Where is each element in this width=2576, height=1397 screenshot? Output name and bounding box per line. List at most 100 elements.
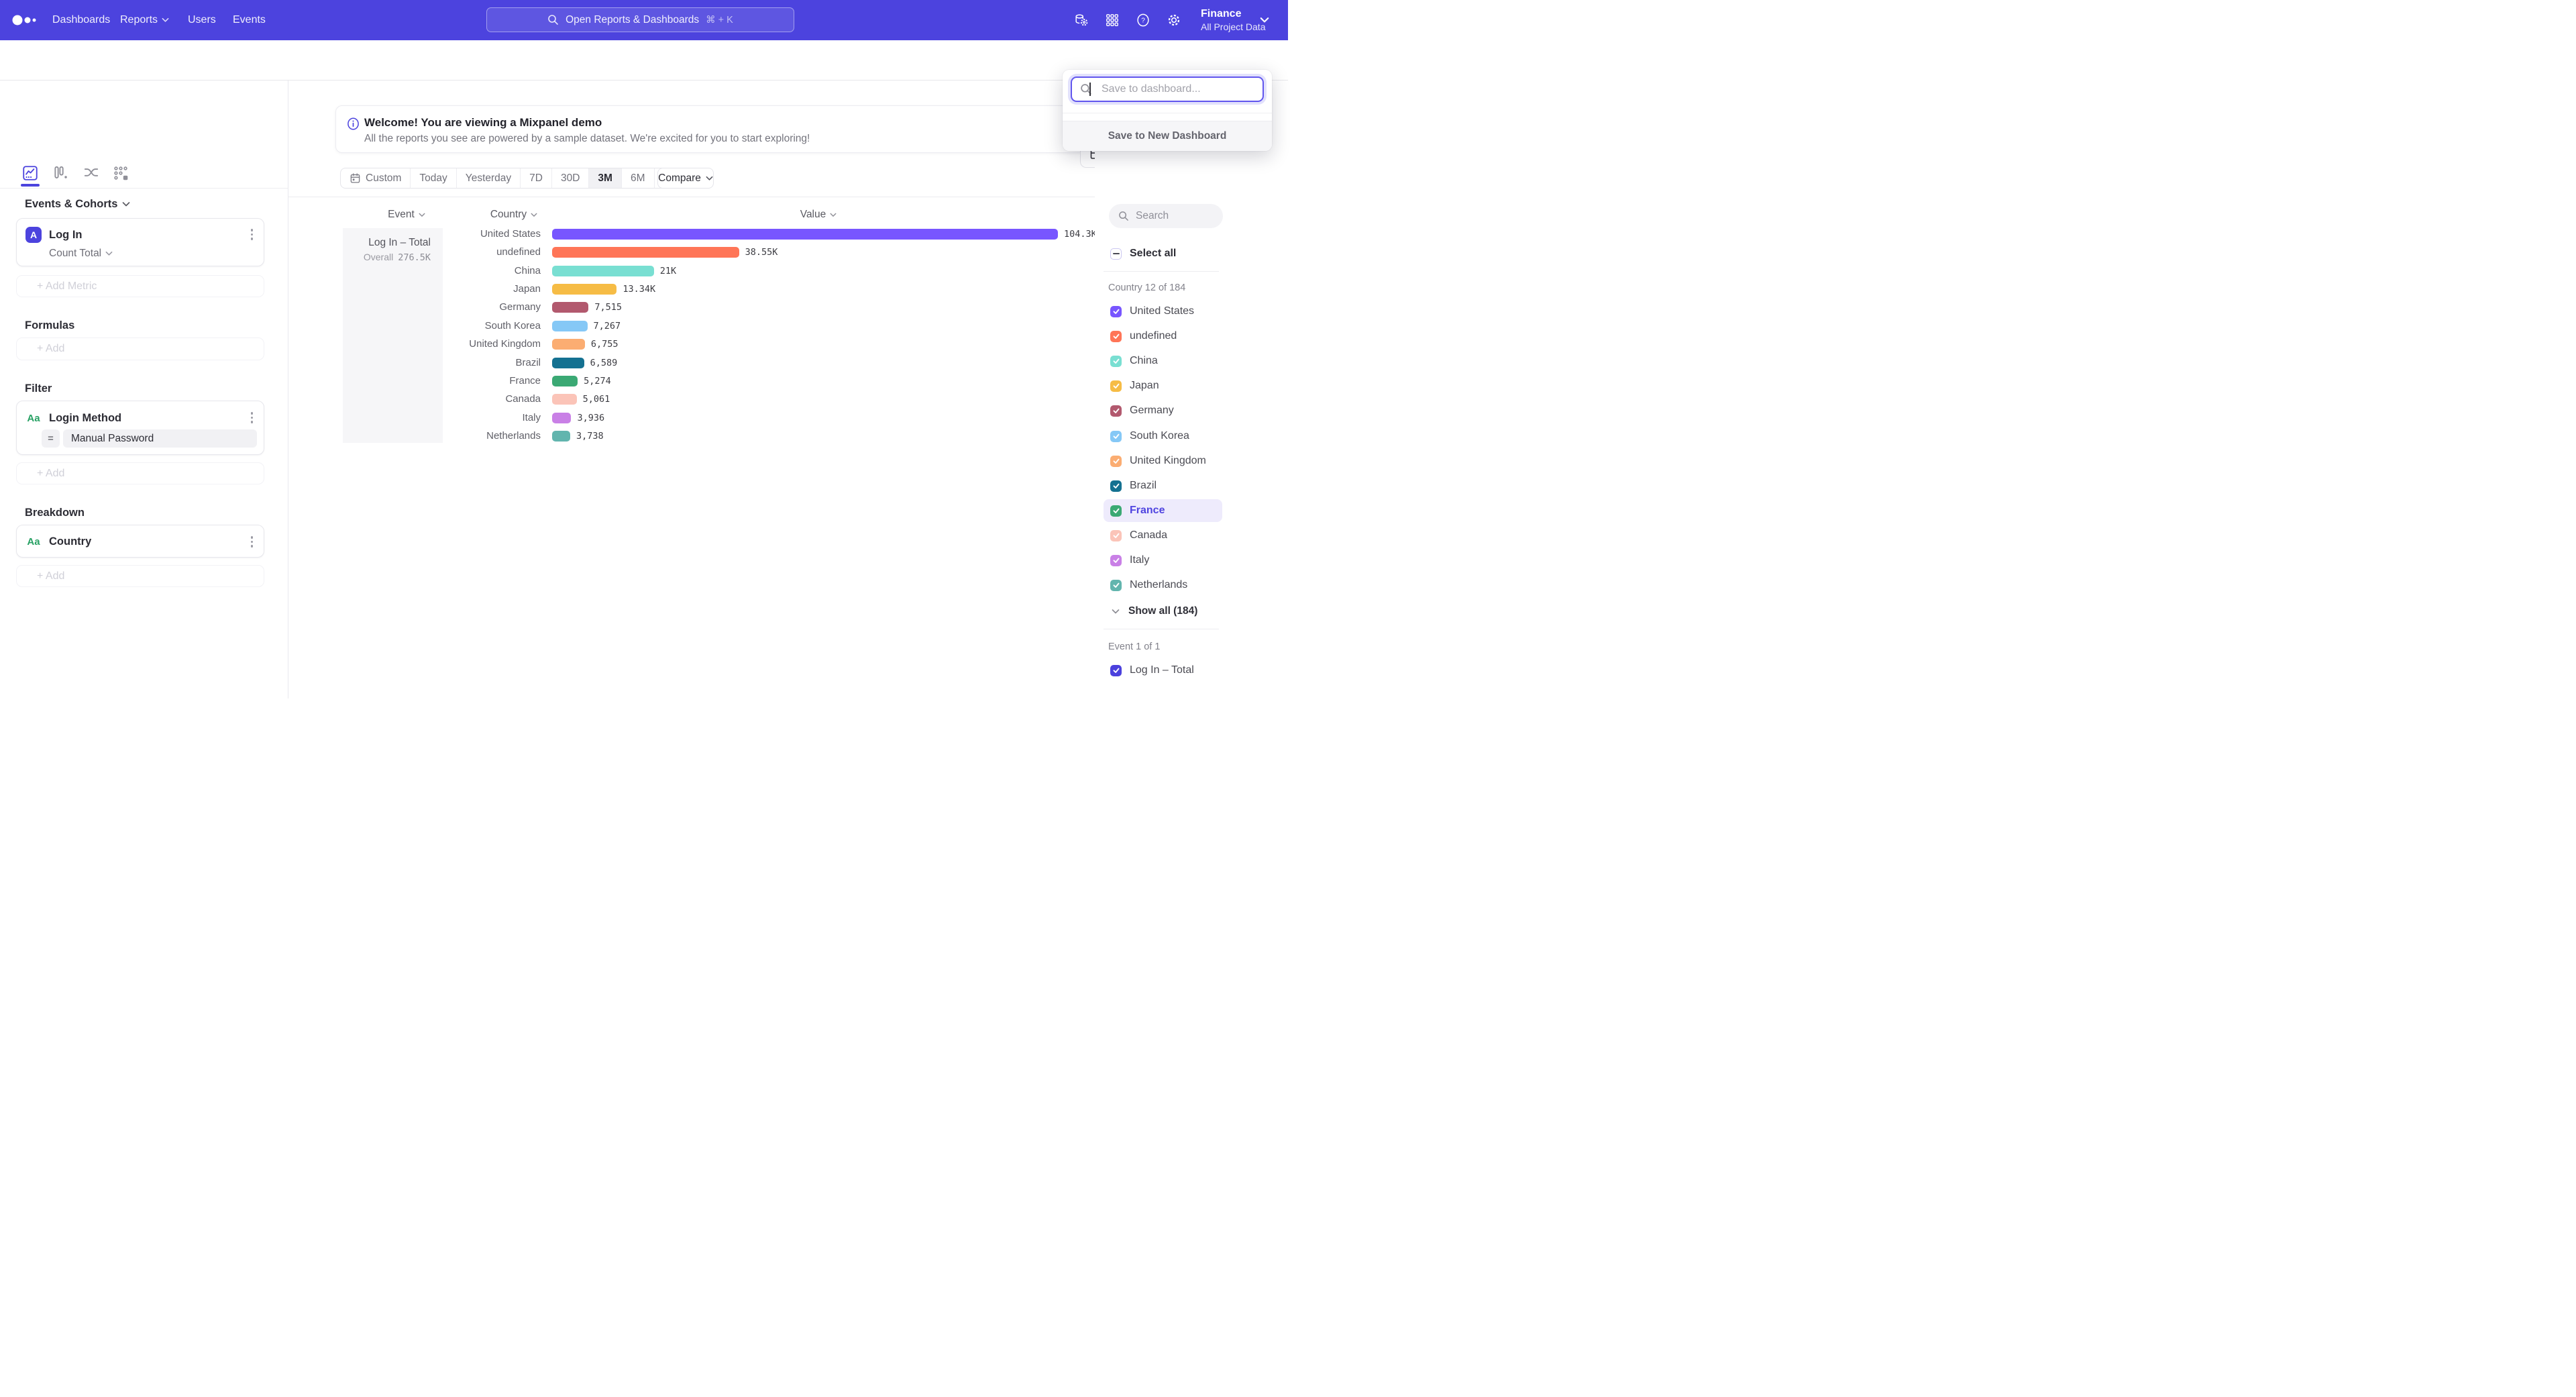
save-to-new-dashboard-button[interactable]: Save to New Dashboard (1063, 121, 1272, 151)
column-header-event[interactable]: Event (382, 208, 431, 221)
add-breakdown-button[interactable]: + Add (16, 565, 264, 587)
country-checkbox-checked[interactable] (1110, 405, 1122, 417)
legend-country-germany[interactable]: Germany (1104, 399, 1258, 422)
country-checkbox-checked[interactable] (1110, 456, 1122, 467)
legend-country-japan[interactable]: Japan (1104, 374, 1258, 397)
compare-button[interactable]: Compare (657, 168, 714, 189)
date-range-today[interactable]: Today (411, 168, 456, 188)
apps-grid-icon[interactable] (1105, 13, 1120, 28)
filter-value[interactable]: Manual Password (63, 429, 257, 448)
legend-country-south-korea[interactable]: South Korea (1104, 425, 1258, 448)
select-all-checkbox-indeterminate[interactable] (1110, 248, 1122, 260)
legend-country-china[interactable]: China (1104, 350, 1258, 372)
chart-bar-united-states[interactable] (552, 229, 1058, 240)
country-checkbox-checked[interactable] (1110, 530, 1122, 541)
nav-label: Dashboards (52, 14, 110, 26)
add-metric-button[interactable]: + Add Metric (16, 275, 264, 297)
nav-dashboards[interactable]: Dashboards (52, 0, 110, 40)
metric-card[interactable]: A Log In Count Total (16, 218, 264, 266)
date-range-custom[interactable]: Custom (341, 168, 411, 188)
legend-country-united-kingdom[interactable]: United Kingdom (1104, 450, 1258, 472)
metric-event-name[interactable]: Log In (49, 227, 82, 243)
country-label: China (1130, 355, 1158, 367)
legend-country-brazil[interactable]: Brazil (1104, 474, 1258, 497)
nav-reports[interactable]: Reports (120, 0, 169, 40)
country-checkbox-checked[interactable] (1110, 555, 1122, 566)
data-management-icon[interactable] (1074, 13, 1089, 28)
legend-search-input[interactable]: Search (1109, 204, 1223, 228)
filter-card[interactable]: Aa Login Method = Manual Password (16, 401, 264, 455)
country-checkbox-checked[interactable] (1110, 431, 1122, 442)
event-checkbox-checked[interactable] (1110, 665, 1122, 676)
breakdown-property-name[interactable]: Country (49, 533, 91, 550)
mixpanel-logo-icon[interactable] (12, 15, 42, 25)
country-checkbox-checked[interactable] (1110, 306, 1122, 317)
chart-bar-canada[interactable] (552, 394, 577, 405)
legend-country-italy[interactable]: Italy (1104, 549, 1258, 572)
select-all-row[interactable]: Select all (1104, 242, 1258, 265)
country-checkbox-checked[interactable] (1110, 331, 1122, 342)
date-range-6m[interactable]: 6M (622, 168, 655, 188)
legend-country-canada[interactable]: Canada (1104, 524, 1258, 547)
filter-options-icon[interactable] (250, 411, 255, 425)
chart-bar-japan[interactable] (552, 284, 616, 295)
chart-bar-china[interactable] (552, 266, 654, 276)
chart-bar-germany[interactable] (552, 302, 588, 313)
event-label: Log In – Total (1130, 664, 1194, 676)
tab-retention-icon[interactable] (112, 164, 129, 182)
column-header-country[interactable]: Country (483, 208, 545, 221)
country-label: United Kingdom (1130, 455, 1206, 467)
metric-aggregation[interactable]: Count Total (49, 248, 113, 260)
settings-gear-icon[interactable] (1167, 13, 1181, 28)
legend-event-1[interactable]: Log In – Total (1104, 659, 1258, 682)
chart-bar-brazil[interactable] (552, 358, 584, 368)
filter-operator[interactable]: = (42, 429, 60, 448)
chart-bar-united-kingdom[interactable] (552, 339, 585, 350)
tab-flows-icon[interactable] (83, 164, 100, 182)
date-range-7d[interactable]: 7D (521, 168, 552, 188)
tab-insights-icon[interactable] (21, 164, 39, 182)
date-range-3m[interactable]: 3M (589, 168, 622, 188)
project-switcher[interactable]: Finance All Project Data (1201, 7, 1265, 33)
country-checkbox-checked[interactable] (1110, 380, 1122, 392)
string-property-icon: Aa (25, 533, 42, 550)
legend-country-undefined[interactable]: undefined (1104, 325, 1258, 348)
breakdown-options-icon[interactable] (250, 535, 255, 549)
tab-funnels-icon[interactable] (52, 164, 70, 182)
chart-bar-italy[interactable] (552, 413, 571, 423)
country-checkbox-checked[interactable] (1110, 356, 1122, 367)
nav-users[interactable]: Users (188, 0, 216, 40)
series-overall: Overall276.5K (364, 252, 431, 263)
chart-bar-france[interactable] (552, 376, 578, 386)
date-range-30d[interactable]: 30D (552, 168, 589, 188)
nav-events[interactable]: Events (233, 0, 266, 40)
chart-value-label: 21K (660, 265, 676, 277)
add-formula-button[interactable]: + Add (16, 338, 264, 360)
chart-value-label: 7,515 (594, 301, 622, 313)
country-count-label: Country 12 of 184 (1108, 282, 1185, 293)
legend-country-netherlands[interactable]: Netherlands (1104, 574, 1258, 597)
show-all-button[interactable]: Show all (184) (1104, 600, 1251, 623)
country-label: Canada (1130, 529, 1167, 541)
filter-property-name[interactable]: Login Method (49, 410, 121, 426)
events-cohorts-header[interactable]: Events & Cohorts (25, 198, 130, 211)
chart-bar-undefined[interactable] (552, 247, 739, 258)
legend-country-france[interactable]: France (1104, 499, 1222, 522)
global-search-bar[interactable]: Open Reports & Dashboards ⌘ + K (486, 7, 794, 32)
chart-bar-netherlands[interactable] (552, 431, 570, 442)
help-icon[interactable]: ? (1136, 13, 1150, 28)
date-range-yesterday[interactable]: Yesterday (457, 168, 521, 188)
add-filter-button[interactable]: + Add (16, 462, 264, 484)
project-chevron-down-icon[interactable] (1260, 17, 1269, 23)
chart-bar-south-korea[interactable] (552, 321, 588, 331)
country-checkbox-checked[interactable] (1110, 580, 1122, 591)
country-checkbox-checked[interactable] (1110, 505, 1122, 517)
country-label: South Korea (1130, 430, 1189, 442)
column-header-value[interactable]: Value (792, 208, 845, 221)
metric-options-icon[interactable] (250, 227, 255, 242)
country-checkbox-checked[interactable] (1110, 480, 1122, 492)
breakdown-card[interactable]: Aa Country (16, 525, 264, 558)
legend-country-united-states[interactable]: United States (1104, 300, 1258, 323)
legend-divider-line (1104, 271, 1219, 272)
save-dashboard-search-input[interactable] (1071, 76, 1264, 102)
